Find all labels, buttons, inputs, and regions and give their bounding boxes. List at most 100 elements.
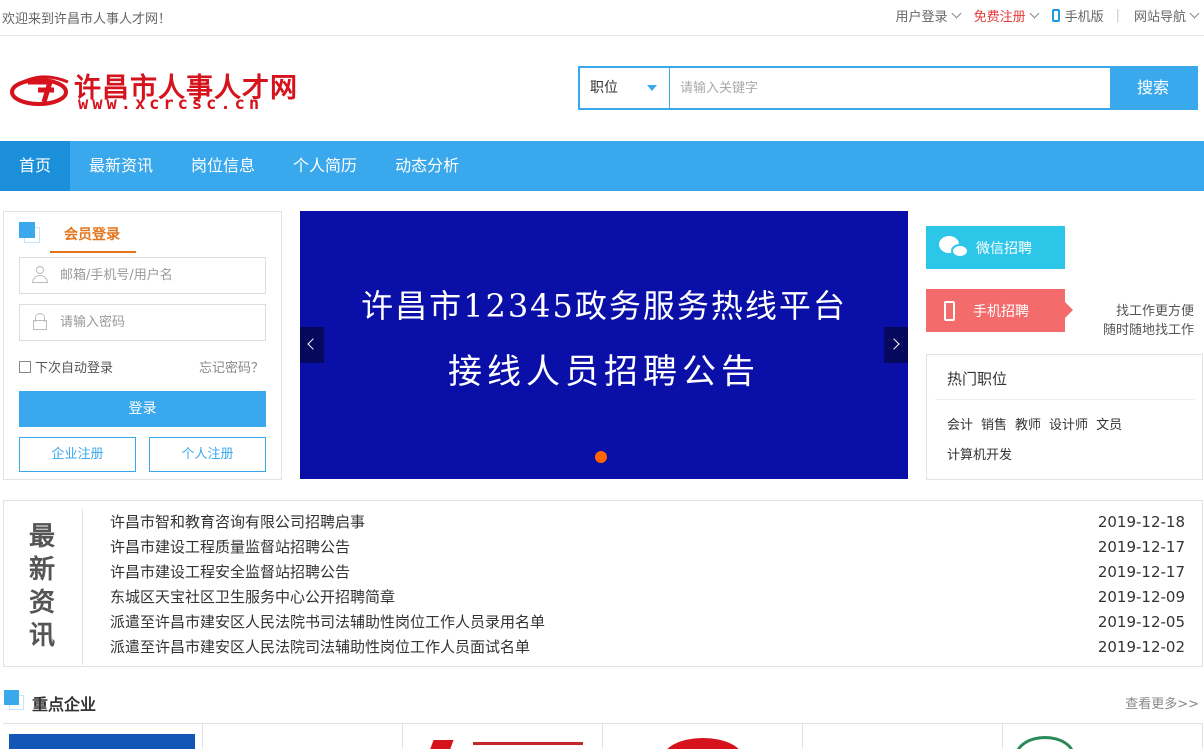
news-date: 2019-12-17 xyxy=(1097,538,1185,556)
nav-item-home[interactable]: 首页 xyxy=(0,141,71,191)
site-nav-menu[interactable]: 网站导航 xyxy=(1133,6,1200,25)
latest-news-section: 最 新 资 讯 许昌市智和教育咨询有限公司招聘启事 2019-12-18 许昌市建… xyxy=(3,500,1203,667)
site-logo[interactable]: 许昌市人事人才网 www.xcrcsc.cn xyxy=(10,66,300,116)
logo-mark-icon xyxy=(10,75,69,106)
remember-checkbox[interactable] xyxy=(19,360,31,373)
search-bar: 职位 搜索 xyxy=(578,66,1198,110)
hot-jobs-tags: 会计 销售 教师 设计师 文员计算机开发 xyxy=(947,411,1197,471)
section-square-icon xyxy=(19,222,35,238)
title-underline xyxy=(50,251,136,253)
hot-job-tag[interactable]: 计算机开发 xyxy=(947,448,1012,463)
divider xyxy=(935,399,1195,400)
login-panel: 会员登录 下次自动登录 忘记密码？ 登录 企业注册 个人注册 xyxy=(3,211,282,480)
news-side-label: 最 新 资 讯 xyxy=(4,509,83,665)
personal-register-button[interactable]: 个人注册 xyxy=(149,437,266,472)
user-icon xyxy=(32,266,48,284)
company-logo[interactable] xyxy=(403,724,603,749)
hot-job-tag[interactable]: 销售 xyxy=(981,418,1007,433)
username-field xyxy=(19,257,266,294)
hot-job-tag[interactable]: 教师 xyxy=(1015,418,1041,433)
user-login-menu[interactable]: 用户登录 xyxy=(896,6,962,25)
slogan-line: 随时随地找工作 xyxy=(1102,323,1194,338)
slogan-line: 找工作更方便 xyxy=(1115,304,1194,319)
news-title[interactable]: 东城区天宝社区卫生服务中心公开招聘简章 xyxy=(110,586,395,611)
company-logo-strip xyxy=(3,723,1203,749)
news-item[interactable]: 许昌市建设工程质量监督站招聘公告 2019-12-17 xyxy=(110,536,1185,561)
chevron-right-icon xyxy=(888,338,900,350)
phone-icon xyxy=(944,300,955,321)
news-title[interactable]: 许昌市智和教育咨询有限公司招聘启事 xyxy=(110,511,365,536)
news-date: 2019-12-05 xyxy=(1097,613,1185,631)
company-logo[interactable] xyxy=(1003,724,1203,749)
news-item[interactable]: 许昌市智和教育咨询有限公司招聘启事 2019-12-18 xyxy=(110,511,1185,536)
logo-url: www.xcrcsc.cn xyxy=(78,94,264,114)
news-title[interactable]: 许昌市建设工程质量监督站招聘公告 xyxy=(110,536,350,561)
key-companies-header: 重点企业 查看更多>> xyxy=(4,690,1199,714)
search-button[interactable]: 搜索 xyxy=(1110,68,1196,108)
nav-item-resume[interactable]: 个人简历 xyxy=(274,141,376,191)
chevron-down-icon xyxy=(951,8,962,19)
remember-me: 下次自动登录 xyxy=(19,357,113,376)
password-input[interactable] xyxy=(60,315,250,330)
news-title[interactable]: 派遣至许昌市建安区人民法院司法辅助性岗位工作人员面试名单 xyxy=(110,636,530,661)
news-label-char: 新 xyxy=(29,555,56,585)
news-item[interactable]: 许昌市建设工程安全监督站招聘公告 2019-12-17 xyxy=(110,561,1185,586)
carousel-next-button[interactable] xyxy=(884,327,908,363)
username-input[interactable] xyxy=(60,268,250,283)
login-button[interactable]: 登录 xyxy=(19,391,266,427)
wechat-recruit-button[interactable]: 微信招聘 xyxy=(926,226,1065,269)
caret-down-icon xyxy=(647,85,657,91)
chevron-down-icon xyxy=(1029,8,1040,19)
news-item[interactable]: 派遣至许昌市建安区人民法院书司法辅助性岗位工作人员录用名单 2019-12-05 xyxy=(110,611,1185,636)
hot-job-tag[interactable]: 文员 xyxy=(1096,418,1122,433)
free-register-menu[interactable]: 免费注册 xyxy=(974,6,1040,25)
remember-label: 下次自动登录 xyxy=(35,361,114,376)
hot-jobs-panel: 热门职位 会计 销售 教师 设计师 文员 计算机开发 xyxy=(926,354,1203,480)
news-item[interactable]: 东城区天宝社区卫生服务中心公开招聘简章 2019-12-09 xyxy=(110,586,1185,611)
carousel-indicator[interactable] xyxy=(595,451,607,463)
banner-headline: 许昌市12345政务服务热线平台 xyxy=(361,287,847,325)
welcome-text: 欢迎来到许昌市人事人才网！ xyxy=(2,12,172,27)
hot-job-tag[interactable]: 会计 xyxy=(947,418,973,433)
company-logo[interactable] xyxy=(3,724,203,749)
view-more-link[interactable]: 查看更多>> xyxy=(1125,693,1199,712)
news-date: 2019-12-18 xyxy=(1097,513,1185,531)
news-title[interactable]: 许昌市建设工程安全监督站招聘公告 xyxy=(110,561,350,586)
search-category-select[interactable]: 职位 xyxy=(580,68,670,108)
mobile-version-label: 手机版 xyxy=(1064,10,1104,25)
company-logo[interactable] xyxy=(203,724,403,749)
company-register-button[interactable]: 企业注册 xyxy=(19,437,136,472)
news-label-char: 讯 xyxy=(29,621,56,651)
search-input[interactable] xyxy=(670,68,1110,108)
chevron-left-icon xyxy=(307,338,319,350)
hot-job-tag[interactable]: 设计师 xyxy=(1049,418,1088,433)
site-nav-label: 网站导航 xyxy=(1133,10,1186,25)
news-title[interactable]: 派遣至许昌市建安区人民法院书司法辅助性岗位工作人员录用名单 xyxy=(110,611,545,636)
chevron-down-icon xyxy=(1189,8,1200,19)
login-title: 会员登录 xyxy=(64,227,120,243)
company-logo[interactable] xyxy=(803,724,1003,749)
news-list: 许昌市智和教育咨询有限公司招聘启事 2019-12-18 许昌市建设工程质量监督站… xyxy=(110,511,1185,661)
company-logo[interactable] xyxy=(603,724,803,749)
search-category-value: 职位 xyxy=(590,80,618,96)
news-label-char: 资 xyxy=(29,588,56,618)
key-companies-title: 重点企业 xyxy=(32,695,97,714)
nav-item-jobs[interactable]: 岗位信息 xyxy=(172,141,274,191)
mobile-recruit-button[interactable]: 手机招聘 xyxy=(926,289,1073,332)
lock-icon xyxy=(33,313,47,331)
phone-icon xyxy=(1051,9,1060,22)
mobile-slogan: 找工作更方便 随时随地找工作 xyxy=(1090,302,1194,340)
news-item[interactable]: 派遣至许昌市建安区人民法院司法辅助性岗位工作人员面试名单 2019-12-02 xyxy=(110,636,1185,661)
forgot-password-link[interactable]: 忘记密码？ xyxy=(199,357,264,376)
news-date: 2019-12-09 xyxy=(1097,588,1185,606)
divider: | xyxy=(1115,8,1120,23)
top-links: 用户登录 免费注册 手机版 | 网站导航 xyxy=(882,6,1200,25)
nav-item-analysis[interactable]: 动态分析 xyxy=(376,141,478,191)
banner-carousel[interactable]: 许昌市12345政务服务热线平台 接线人员招聘公告 xyxy=(300,211,908,479)
news-date: 2019-12-02 xyxy=(1097,638,1185,656)
banner-subline: 接线人员招聘公告 xyxy=(448,352,760,392)
mobile-version-link[interactable]: 手机版 xyxy=(1051,6,1104,25)
carousel-prev-button[interactable] xyxy=(300,327,324,363)
nav-item-news[interactable]: 最新资讯 xyxy=(70,141,172,191)
top-bar: 欢迎来到许昌市人事人才网！ 用户登录 免费注册 手机版 | 网站导航 xyxy=(0,0,1204,36)
